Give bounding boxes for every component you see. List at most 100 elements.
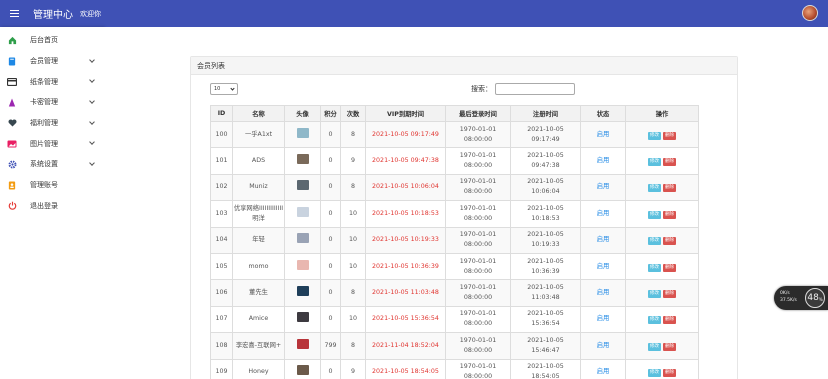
delete-button[interactable]: 删除 [663,342,676,351]
edit-button[interactable]: 修改 [648,237,661,246]
column-header[interactable]: ID [210,105,233,122]
cell-actions: 修改 删除 [625,252,699,281]
status-toggle-link[interactable]: 启用 [597,315,610,322]
sidebar-item-label: 福利管理 [30,119,58,128]
sidebar-item-8[interactable]: 退出登录 [0,196,104,217]
cell-vip-expiry: 2021-10-05 09:47:38 [365,147,446,175]
column-header[interactable]: VIP到期时间 [365,105,446,122]
status-toggle-link[interactable]: 启用 [597,368,610,375]
status-toggle-link[interactable]: 启用 [597,183,610,190]
sidebar-item-2[interactable]: 纸条管理 [0,71,104,92]
search-input[interactable] [495,83,575,95]
column-header[interactable]: 操作 [625,105,699,122]
delete-button[interactable]: 删除 [663,263,676,272]
cell-name: 一乎A1xt [232,120,285,149]
cell-count: 8 [340,279,366,307]
status-toggle-link[interactable]: 启用 [597,210,610,217]
cell-avatar [284,226,321,254]
page-length-select[interactable]: 10 [210,83,238,95]
status-toggle-link[interactable]: 启用 [597,342,610,349]
edit-button[interactable]: 修改 [648,342,661,351]
cell-last-login: 1970-01-01 08:00:00 [445,120,511,149]
edit-button[interactable]: 修改 [648,158,661,167]
cell-last-login: 1970-01-01 08:00:00 [445,147,511,175]
cell-status: 启用 [580,332,626,360]
cell-vip-expiry: 2021-10-05 09:17:49 [365,120,446,149]
cell-points: 0 [320,305,341,334]
speed-readout: 0K/s 37.5K/s [780,290,797,304]
delete-button[interactable]: 删除 [663,131,676,140]
cell-avatar [284,173,321,202]
table-header-row: ID 名称 头像 积分 次数 VIP到期时间 最后登录时间 注册时间 状态 操作 [210,105,699,122]
panel-title: 会员列表 [191,57,737,75]
status-toggle-link[interactable]: 启用 [597,131,610,138]
table-row: 108 李宏喜-互联网+ 799 8 2021-11-04 18:52:04 1970-0… [210,332,699,360]
status-toggle-link[interactable]: 启用 [597,157,610,164]
cell-actions: 修改 删除 [625,173,699,202]
edit-button[interactable]: 修改 [648,316,661,325]
cell-name: Honey [232,358,285,379]
menu-toggle-button[interactable] [0,0,28,27]
status-toggle-link[interactable]: 启用 [597,289,610,296]
cell-points: 0 [320,200,341,228]
cell-avatar [284,358,321,379]
cell-last-login: 1970-01-01 08:00:00 [445,332,511,360]
book-icon [7,56,17,66]
cell-points: 0 [320,173,341,202]
edit-button[interactable]: 修改 [648,369,661,378]
delete-button[interactable]: 删除 [663,158,676,167]
cell-vip-expiry: 2021-10-05 11:03:48 [365,279,446,307]
sidebar-item-label: 纸条管理 [30,77,58,86]
column-header[interactable]: 积分 [320,105,341,122]
member-avatar-image [296,312,309,323]
search-box: 搜索： [471,83,575,95]
top-app-bar: 管理中心 欢迎你 [0,0,828,27]
sidebar-item-6[interactable]: 系统设置 [0,154,104,175]
column-header[interactable]: 最后登录时间 [445,105,511,122]
sidebar-item-0[interactable]: 后台首页 [0,30,104,51]
column-header[interactable]: 状态 [580,105,626,122]
sidebar-item-3[interactable]: 卡密管理 [0,92,104,113]
upload-speed: 0K/s [780,291,790,296]
sidebar-item-5[interactable]: 图片管理 [0,133,104,154]
edit-button[interactable]: 修改 [648,210,661,219]
cell-count: 10 [340,305,366,334]
cell-avatar [284,252,321,281]
cell-id: 100 [210,120,233,149]
column-header[interactable]: 名称 [232,105,285,122]
cell-register-time: 2021-10-05 11:03:48 [510,279,581,307]
edit-button[interactable]: 修改 [648,131,661,140]
sidebar-item-1[interactable]: 会员管理 [0,51,104,72]
delete-button[interactable]: 删除 [663,316,676,325]
status-toggle-link[interactable]: 启用 [597,236,610,243]
member-table: ID 名称 头像 积分 次数 VIP到期时间 最后登录时间 注册时间 状态 操作 100 一乎A1x… [210,105,699,379]
network-speed-widget[interactable]: 0K/s 37.5K/s 48% [774,286,828,310]
column-header[interactable]: 注册时间 [510,105,581,122]
cell-avatar [284,305,321,334]
delete-button[interactable]: 删除 [663,290,676,299]
sidebar-item-7[interactable]: 管理账号 [0,175,104,196]
usage-percent-unit: % [818,297,823,302]
sidebar-item-label: 会员管理 [30,57,58,66]
hamburger-icon [9,10,19,17]
delete-button[interactable]: 删除 [663,210,676,219]
status-toggle-link[interactable]: 启用 [597,263,610,270]
table-row: 103 优享网络IIIIIIIIIIIII明洋 0 10 2021-10-05 10:1… [210,200,699,228]
sidebar-item-label: 退出登录 [30,201,58,210]
user-avatar[interactable] [802,5,818,21]
delete-button[interactable]: 删除 [663,237,676,246]
delete-button[interactable]: 删除 [663,184,676,193]
delete-button[interactable]: 删除 [663,369,676,378]
column-header[interactable]: 头像 [284,105,321,122]
cell-actions: 修改 删除 [625,332,699,360]
cell-points: 0 [320,252,341,281]
column-header[interactable]: 次数 [340,105,366,122]
edit-button[interactable]: 修改 [648,184,661,193]
edit-button[interactable]: 修改 [648,263,661,272]
member-avatar-image [296,259,309,270]
cell-count: 9 [340,358,366,379]
edit-button[interactable]: 修改 [648,290,661,299]
sidebar-item-4[interactable]: 福利管理 [0,113,104,134]
cell-avatar [284,120,321,149]
heart-icon [7,118,17,128]
